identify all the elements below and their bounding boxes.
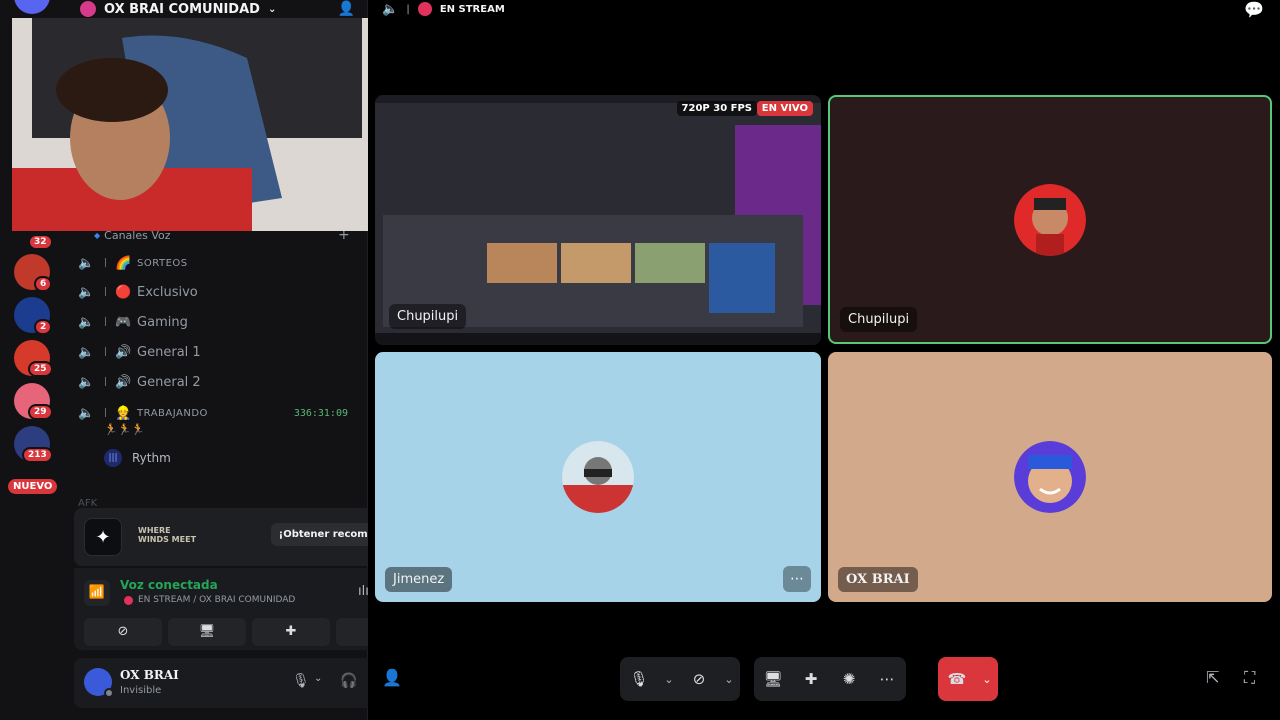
voice-status-title[interactable]: Voz conectada bbox=[120, 578, 218, 592]
voice-channel-header: 🔈 | EN STREAM bbox=[382, 0, 505, 18]
server-name: OX BRAI COMUNIDAD bbox=[104, 1, 260, 17]
avatar bbox=[1014, 183, 1086, 256]
channel-name: EN STREAM bbox=[439, 3, 505, 15]
participant-label: Jimenez bbox=[385, 567, 453, 592]
mention-badge: 213 bbox=[22, 447, 53, 463]
status-indicator bbox=[104, 688, 114, 698]
chevron-down-icon[interactable]: ⌄ bbox=[314, 673, 322, 684]
participant-tile-oxbrai[interactable]: OX BRAI bbox=[828, 352, 1272, 602]
chevron-down-icon: ◆ bbox=[94, 231, 101, 240]
mention-badge: 29 bbox=[28, 404, 53, 420]
discord-home-icon[interactable] bbox=[14, 0, 50, 14]
mention-badge: 6 bbox=[34, 276, 53, 292]
live-badge: EN VIVO bbox=[756, 101, 813, 116]
speaker-icon: 🔈 bbox=[382, 1, 399, 17]
microphone-icon[interactable]: 🎙 bbox=[620, 657, 658, 701]
main-stage: 🔈 | EN STREAM 💬 720P 30 FPS EN VIVO Chup… bbox=[368, 0, 1280, 720]
participant-tile-chupilupi[interactable]: Chupilupi bbox=[828, 95, 1272, 344]
channel-item[interactable]: 🔈 | 🔴 Exclusivo bbox=[78, 279, 354, 305]
stream-tile[interactable]: 720P 30 FPS EN VIVO Chupilupi bbox=[375, 95, 821, 345]
disconnect-button[interactable]: ☎ ⌄ bbox=[938, 657, 998, 701]
voice-member-name: Rythm bbox=[132, 451, 171, 465]
channel-item[interactable]: 🔈 | 🔊 General 1 bbox=[78, 339, 354, 365]
mention-badge: 32 bbox=[28, 234, 53, 250]
hang-up-icon[interactable]: ☎ bbox=[938, 657, 976, 701]
channel-item[interactable]: 🔈 | 🎮 Gaming bbox=[78, 309, 354, 335]
screen-share-icon[interactable]: 🖥 bbox=[754, 657, 792, 701]
more-icon[interactable]: ⋯ bbox=[868, 657, 906, 701]
invite-people-icon[interactable]: 👤 bbox=[338, 1, 355, 17]
camera-off-icon[interactable]: ⊘ bbox=[680, 657, 718, 701]
server-icon bbox=[80, 1, 96, 17]
chevron-down-icon[interactable]: ⌄ bbox=[718, 657, 740, 701]
channel-item[interactable]: 🔈 | 🌈 SORTEOS bbox=[78, 250, 354, 276]
username[interactable]: OX BRAI bbox=[120, 668, 179, 682]
stream-quality-badge: 720P 30 FPS bbox=[676, 101, 757, 116]
screen-share-button[interactable]: 🖥 bbox=[168, 618, 246, 646]
separator: | bbox=[406, 3, 410, 15]
webcam-overlay bbox=[12, 18, 390, 231]
channel-emoji: 🔊 bbox=[114, 374, 132, 390]
game-logo: WHERE WINDS MEET bbox=[138, 526, 197, 544]
channel-timer: 336:31:09 bbox=[293, 407, 348, 419]
new-badge[interactable]: NUEVO bbox=[8, 479, 58, 494]
activity-controls: 🖥 ✚ ✺ ⋯ bbox=[754, 657, 906, 701]
channel-label: General 1 bbox=[137, 344, 201, 360]
speaker-icon: 🔈 bbox=[78, 374, 95, 390]
speaker-icon: 🔈 bbox=[78, 284, 95, 300]
audio-video-controls: 🎙 ⌄ ⊘ ⌄ bbox=[620, 657, 740, 701]
live-dot-icon bbox=[417, 2, 432, 16]
user-presence: Invisible bbox=[120, 685, 162, 696]
more-options-button[interactable]: ⋯ bbox=[783, 566, 811, 592]
pop-out-icon[interactable]: ⇱ bbox=[1206, 668, 1219, 687]
audio-wave-icon: ||| bbox=[104, 449, 122, 467]
avatar bbox=[562, 441, 634, 513]
fullscreen-icon[interactable]: ⛶ bbox=[1244, 668, 1255, 688]
speaker-icon: 🔈 bbox=[78, 344, 95, 360]
channel-emoji: 🔴 bbox=[114, 284, 132, 300]
soundboard-icon[interactable]: ✺ bbox=[830, 657, 868, 701]
channel-item[interactable]: 🔈 | 🔊 General 2 bbox=[78, 369, 354, 395]
activities-icon[interactable]: ✚ bbox=[792, 657, 830, 701]
speaker-icon: 🔈 bbox=[78, 314, 95, 330]
activities-button[interactable]: ✚ bbox=[252, 618, 330, 646]
channel-label: TRABAJANDO bbox=[137, 407, 208, 419]
channel-label: Exclusivo bbox=[137, 284, 198, 300]
invite-people-icon[interactable]: 👤 bbox=[382, 668, 402, 687]
signal-icon[interactable]: 📶 bbox=[84, 580, 110, 606]
quest-icon: ✦ bbox=[84, 518, 122, 556]
speaker-icon: 🔈 bbox=[78, 255, 95, 271]
voice-status-subtitle[interactable]: EN STREAM / OX BRAI COMUNIDAD bbox=[124, 595, 295, 605]
webcam-feed bbox=[12, 18, 390, 231]
channel-emoji: 🔊 bbox=[114, 344, 132, 360]
channel-label: Gaming bbox=[137, 314, 188, 330]
chevron-down-icon[interactable]: ⌄ bbox=[976, 657, 998, 701]
mention-badge: 25 bbox=[28, 361, 53, 377]
chevron-down-icon: ⌄ bbox=[267, 3, 277, 15]
channel-emoji: 🎮 bbox=[114, 314, 132, 330]
headphones-icon[interactable]: 🎧 bbox=[340, 673, 357, 689]
decorative-emoji-row: 🏃🏃🏃 bbox=[104, 423, 146, 436]
participant-label: Chupilupi bbox=[389, 304, 467, 329]
speaker-icon: 🔈 bbox=[78, 405, 95, 421]
participant-label: Chupilupi bbox=[840, 307, 918, 332]
chevron-down-icon[interactable]: ⌄ bbox=[658, 657, 680, 701]
avatar bbox=[1014, 441, 1086, 513]
voice-member[interactable]: ||| Rythm bbox=[104, 449, 171, 467]
channel-emoji: 👷 bbox=[114, 405, 132, 421]
server-header[interactable]: OX BRAI COMUNIDAD ⌄ bbox=[80, 0, 276, 18]
camera-toggle-button[interactable]: ⊘ bbox=[84, 618, 162, 646]
channel-emoji: 🌈 bbox=[114, 255, 132, 271]
channel-label: General 2 bbox=[137, 374, 201, 390]
participant-label: OX BRAI bbox=[838, 567, 918, 592]
mention-badge: 2 bbox=[34, 319, 53, 335]
microphone-icon[interactable]: 🎙 bbox=[292, 673, 310, 689]
participant-tile-jimenez[interactable]: Jimenez ⋯ bbox=[375, 352, 821, 602]
live-dot-icon bbox=[124, 595, 133, 605]
chat-icon[interactable]: 💬 bbox=[1244, 0, 1264, 19]
channel-label: SORTEOS bbox=[137, 257, 188, 269]
